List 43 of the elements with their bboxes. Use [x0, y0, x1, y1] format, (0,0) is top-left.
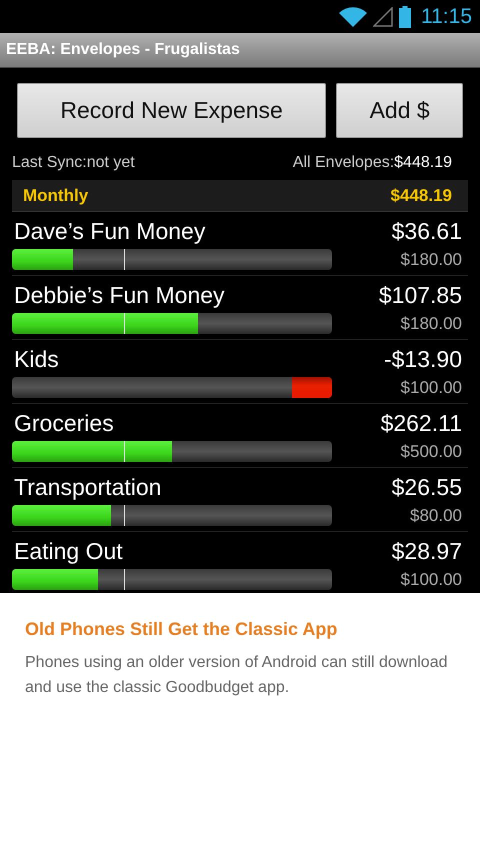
envelope-budget: $100.00: [400, 378, 462, 398]
envelope-name: Eating Out: [13, 538, 124, 565]
envelope-row[interactable]: Debbie’s Fun Money $107.85 $180.00: [12, 276, 468, 340]
envelope-balance: $36.61: [392, 218, 462, 245]
battery-icon: [399, 6, 411, 28]
signal-icon: [373, 6, 393, 26]
envelope-row[interactable]: Eating Out $28.97 $100.00: [12, 532, 468, 593]
all-envelopes-amount: $448.19: [394, 154, 452, 171]
envelope-row[interactable]: Kids -$13.90 $100.00: [12, 340, 468, 404]
envelope-balance: $107.85: [378, 282, 462, 309]
envelope-balance: $26.55: [392, 474, 462, 501]
envelope-budget: $100.00: [400, 570, 462, 590]
group-name: Monthly: [23, 186, 88, 206]
envelope-balance: -$13.90: [384, 346, 462, 373]
envelope-balance: $28.97: [392, 538, 462, 565]
window-title: EEBA: Envelopes - Frugalistas: [6, 41, 240, 59]
envelope-name: Kids: [13, 346, 60, 373]
envelope-name: Debbie’s Fun Money: [13, 282, 226, 309]
envelope-name: Transportation: [13, 474, 162, 501]
date-marker: [124, 441, 125, 462]
envelope-budget: $80.00: [410, 506, 462, 526]
envelope-budget: $500.00: [400, 442, 462, 462]
caption-text: Phones using an older version of Android can still download and use the classic Goodbudget app.: [25, 653, 448, 698]
date-marker: [124, 249, 125, 270]
all-envelopes-label: All Envelopes:: [292, 154, 394, 171]
wifi-icon: [339, 6, 367, 26]
envelope-budget: $180.00: [400, 314, 462, 334]
caption-heading: Old Phones Still Get the Classic App: [25, 619, 338, 640]
envelope-row[interactable]: Transportation $26.55 $80.00: [12, 468, 468, 532]
status-time: 11:15: [421, 4, 472, 28]
envelope-name: Groceries: [13, 410, 115, 437]
envelope-name: Dave’s Fun Money: [13, 218, 206, 245]
envelope-row[interactable]: Dave’s Fun Money $36.61 $180.00: [12, 212, 468, 276]
envelope-budget: $180.00: [400, 250, 462, 270]
envelope-row[interactable]: Groceries $262.11 $500.00: [12, 404, 468, 468]
date-marker: [124, 505, 125, 526]
date-marker: [124, 569, 125, 590]
last-sync-label: Last Sync:not yet: [12, 154, 135, 173]
date-marker: [124, 313, 125, 334]
add-money-button[interactable]: Add $: [336, 83, 463, 138]
record-expense-button[interactable]: Record New Expense: [17, 83, 326, 138]
envelope-balance: $262.11: [380, 410, 462, 437]
group-total: $448.19: [390, 186, 452, 206]
